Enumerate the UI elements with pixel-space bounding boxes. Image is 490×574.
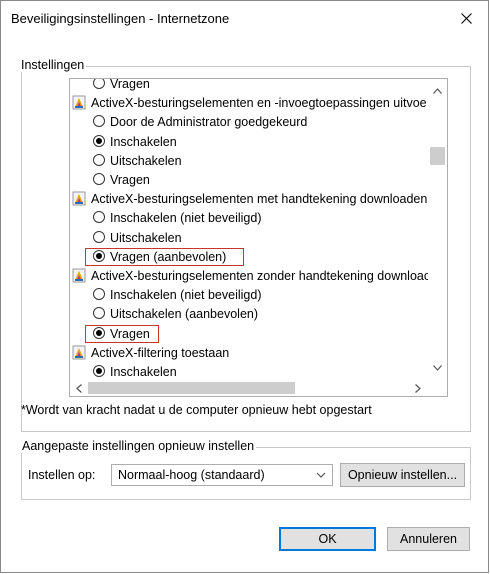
- ok-button-label: OK: [318, 532, 337, 546]
- setting-option[interactable]: Vragen: [70, 79, 428, 93]
- setting-option-label: Vragen: [110, 79, 150, 91]
- radio-button[interactable]: [93, 173, 105, 185]
- security-setting-icon: [72, 345, 86, 360]
- reset-legend: Aangepaste instellingen opnieuw instelle…: [20, 439, 257, 453]
- setting-option-label: Inschakelen (niet beveiligd): [110, 211, 262, 225]
- settings-list-content: Vragen ActiveX-besturingselementen en -in…: [70, 79, 428, 380]
- radio-button[interactable]: [93, 79, 105, 89]
- cancel-button[interactable]: Annuleren: [387, 527, 470, 551]
- reset-level-value: Normaal-hoog (standaard): [118, 468, 265, 482]
- setting-option-label: Vragen: [110, 173, 150, 187]
- setting-option[interactable]: Vragen (aanbevolen): [70, 248, 428, 266]
- setting-option-label: Vragen (aanbevolen): [110, 250, 227, 264]
- radio-button[interactable]: [93, 211, 105, 223]
- setting-option-label: Uitschakelen: [110, 231, 182, 245]
- setting-group-header: ActiveX-besturingselementen en -invoegto…: [70, 94, 428, 112]
- setting-option-label: Uitschakelen (aanbevolen): [110, 307, 259, 321]
- setting-option[interactable]: Vragen: [70, 325, 428, 343]
- setting-option-label: Inschakelen: [110, 365, 177, 379]
- close-icon: [460, 12, 472, 24]
- setting-option-label: Inschakelen: [110, 135, 177, 149]
- setting-option[interactable]: Inschakelen: [70, 363, 428, 380]
- reset-button[interactable]: Opnieuw instellen...: [340, 463, 465, 487]
- reset-button-label: Opnieuw instellen...: [347, 468, 458, 482]
- window-title: Beveiligingsinstellingen - Internetzone: [11, 11, 230, 26]
- security-setting-icon: [72, 191, 86, 206]
- setting-group-header: ActiveX-besturingselementen met handteke…: [70, 190, 428, 208]
- radio-button[interactable]: [93, 288, 105, 300]
- setting-option[interactable]: Uitschakelen (aanbevolen): [70, 305, 428, 323]
- settings-list[interactable]: Vragen ActiveX-besturingselementen en -in…: [69, 78, 448, 397]
- radio-button-checked[interactable]: [93, 250, 105, 262]
- setting-group-header: ActiveX-filtering toestaan: [70, 344, 428, 362]
- horizontal-scrollbar[interactable]: [70, 380, 447, 396]
- setting-option-label: Door de Administrator goedgekeurd: [110, 115, 308, 129]
- radio-button[interactable]: [93, 115, 105, 127]
- cancel-button-label: Annuleren: [400, 532, 457, 546]
- setting-option-label: Inschakelen (niet beveiligd): [110, 288, 262, 302]
- setting-group-label: ActiveX-besturingselementen zonder handt…: [91, 269, 428, 283]
- scroll-right-arrow-icon[interactable]: [412, 382, 424, 394]
- scroll-left-arrow-icon[interactable]: [73, 382, 85, 394]
- radio-button-checked[interactable]: [93, 135, 105, 147]
- setting-option[interactable]: Uitschakelen: [70, 229, 428, 247]
- settings-legend: Instellingen: [19, 58, 87, 72]
- security-setting-icon: [72, 95, 86, 110]
- vertical-scrollbar[interactable]: [428, 79, 447, 380]
- title-bar: Beveiligingsinstellingen - Internetzone: [1, 1, 488, 37]
- setting-option[interactable]: Vragen: [70, 171, 428, 189]
- radio-button[interactable]: [93, 307, 105, 319]
- radio-button-checked[interactable]: [93, 365, 105, 377]
- setting-group-label: ActiveX-besturingselementen met handteke…: [91, 192, 428, 206]
- security-setting-icon: [72, 268, 86, 283]
- radio-button[interactable]: [93, 231, 105, 243]
- ok-button[interactable]: OK: [279, 527, 376, 551]
- chevron-down-icon: [316, 472, 326, 478]
- setting-group-label: ActiveX-besturingselementen en -invoegto…: [91, 96, 427, 110]
- scroll-down-arrow-icon[interactable]: [430, 362, 445, 374]
- close-button[interactable]: [444, 1, 488, 35]
- setting-option-label: Uitschakelen: [110, 154, 182, 168]
- radio-button[interactable]: [93, 154, 105, 166]
- setting-option[interactable]: Inschakelen (niet beveiligd): [70, 209, 428, 227]
- setting-option[interactable]: Inschakelen (niet beveiligd): [70, 286, 428, 304]
- horizontal-scroll-thumb[interactable]: [88, 382, 295, 394]
- scroll-up-arrow-icon[interactable]: [430, 85, 445, 97]
- setting-group-header: ActiveX-besturingselementen zonder handt…: [70, 267, 428, 285]
- security-settings-dialog: Beveiligingsinstellingen - Internetzone …: [0, 0, 489, 573]
- setting-option[interactable]: Door de Administrator goedgekeurd: [70, 113, 428, 131]
- reset-level-select[interactable]: Normaal-hoog (standaard): [111, 464, 333, 486]
- setting-group-label: ActiveX-filtering toestaan: [91, 346, 230, 360]
- setting-option[interactable]: Uitschakelen: [70, 152, 428, 170]
- setting-option-label: Vragen: [110, 327, 150, 341]
- vertical-scroll-thumb[interactable]: [430, 147, 445, 165]
- reset-level-label: Instellen op:: [28, 468, 96, 482]
- restart-footnote: *Wordt van kracht nadat u de computer op…: [21, 403, 372, 417]
- setting-option[interactable]: Inschakelen: [70, 133, 428, 151]
- radio-button-checked[interactable]: [93, 327, 105, 339]
